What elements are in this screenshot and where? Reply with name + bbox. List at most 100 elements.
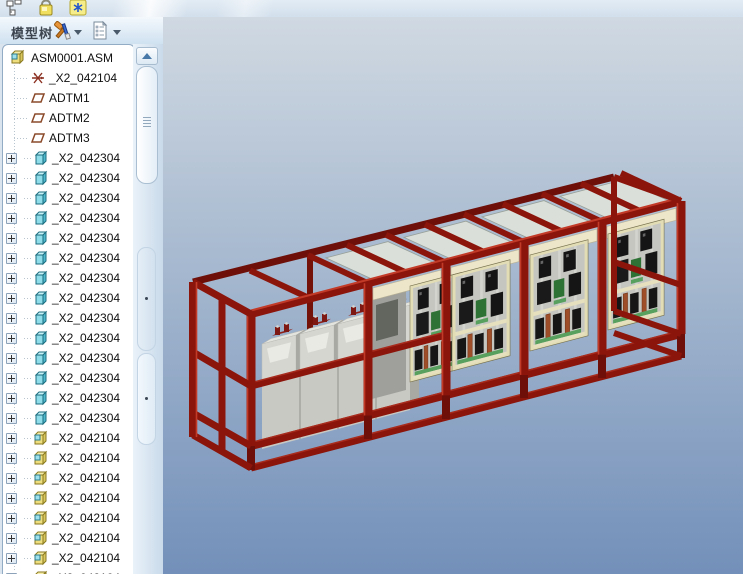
part-icon: [34, 150, 48, 166]
expand-icon[interactable]: [6, 172, 17, 184]
tree-item-label: _X2_042304: [52, 171, 121, 185]
tree-item[interactable]: _X2_042304: [3, 388, 134, 408]
datum-plane-icon: [30, 93, 46, 103]
datum-plane-icon: [30, 130, 46, 146]
list-dropdown-icon[interactable]: [113, 30, 121, 35]
tree-item[interactable]: _X2_042104: [3, 448, 134, 468]
expand-icon[interactable]: [6, 532, 17, 544]
tree-item[interactable]: _X2_042104: [3, 568, 134, 574]
part-icon: [33, 370, 49, 386]
tree-filter-dropdown-icon[interactable]: [74, 30, 82, 35]
expand-icon[interactable]: [6, 232, 17, 244]
sash-handle-lower[interactable]: [137, 353, 156, 445]
graphics-viewport[interactable]: [163, 17, 743, 574]
expand-icon[interactable]: [6, 392, 17, 404]
assembly-icon: [33, 490, 49, 506]
tree-item[interactable]: _X2_042304: [3, 268, 134, 288]
expand-icon[interactable]: [6, 192, 17, 204]
tree-item-label: ADTM2: [49, 111, 90, 125]
assembly-icon: [33, 430, 49, 446]
tree-item[interactable]: ADTM3: [3, 128, 134, 148]
expand-icon[interactable]: [6, 432, 17, 444]
expand-icon[interactable]: [6, 272, 17, 284]
tree-item[interactable]: _X2_042304: [3, 408, 134, 428]
tree-item[interactable]: _X2_042304: [3, 148, 134, 168]
tree-item-label: _X2_042104: [49, 71, 118, 85]
tree-item[interactable]: _X2_042304: [3, 188, 134, 208]
expand-icon[interactable]: [6, 352, 17, 364]
assembly-icon: [33, 510, 48, 526]
settings-list-icon[interactable]: [90, 20, 110, 41]
tree-item[interactable]: _X2_042104: [3, 528, 134, 548]
tree-item[interactable]: _X2_042304: [3, 368, 134, 388]
tree-item-label: _X2_042304: [52, 151, 121, 165]
tree-item[interactable]: _X2_042304: [3, 328, 134, 348]
tree-item[interactable]: ASM0001.ASM: [3, 48, 134, 68]
tree-item[interactable]: _X2_042304: [3, 228, 134, 248]
tree-item[interactable]: _X2_042104: [3, 488, 134, 508]
tree-item[interactable]: _X2_042304: [3, 308, 134, 328]
expand-icon[interactable]: [6, 152, 17, 164]
tree-item[interactable]: _X2_042304: [3, 168, 134, 188]
tree-item[interactable]: _X2_042104: [3, 548, 134, 568]
tree-item-label: _X2_042104: [52, 551, 121, 565]
hierarchy-icon[interactable]: [5, 0, 25, 16]
tree-item[interactable]: _X2_042304: [3, 288, 134, 308]
scrollbar-thumb[interactable]: [136, 66, 158, 184]
tree-item-label: ASM0001.ASM: [31, 51, 114, 65]
expand-icon[interactable]: [6, 412, 17, 424]
model-tree-title: 模型树: [11, 26, 54, 41]
tree-item[interactable]: ADTM2: [3, 108, 134, 128]
assembly-icon: [33, 530, 49, 546]
expand-icon[interactable]: [6, 372, 17, 384]
tree-item-label: _X2_042304: [52, 331, 121, 345]
part-icon: [33, 270, 49, 286]
tree-item[interactable]: _X2_042104: [3, 428, 134, 448]
expand-icon[interactable]: [6, 552, 17, 564]
expand-icon[interactable]: [6, 472, 17, 484]
sash-handle-upper[interactable]: [137, 247, 156, 351]
part-icon: [34, 370, 48, 386]
tree-item[interactable]: _X2_042104: [3, 468, 134, 488]
tree-item[interactable]: ADTM1: [3, 88, 134, 108]
part-icon: [34, 170, 48, 186]
assembly-icon: [33, 470, 48, 486]
tree-item-label: _X2_042304: [52, 251, 121, 265]
model-tree-header: 模型树: [0, 17, 163, 44]
assembly-icon: [33, 450, 49, 466]
tree-item[interactable]: _X2_042304: [3, 248, 134, 268]
part-icon: [33, 250, 49, 266]
expand-icon[interactable]: [6, 512, 17, 524]
tools-icon[interactable]: [52, 21, 72, 41]
scrollbar-up-button[interactable]: [136, 47, 158, 65]
part-icon: [33, 210, 49, 226]
tree-item-label: ADTM1: [49, 91, 90, 105]
tree-item-label: _X2_042304: [52, 231, 121, 245]
assembly-icon: [33, 470, 49, 486]
part-icon: [33, 150, 49, 166]
part-icon: [34, 390, 48, 406]
part-icon: [33, 290, 49, 306]
asterisk-icon[interactable]: [68, 0, 88, 16]
expand-icon[interactable]: [6, 212, 17, 224]
expand-icon[interactable]: [6, 292, 17, 304]
expand-icon[interactable]: [6, 252, 17, 264]
tree-item-label: _X2_042304: [52, 351, 121, 365]
part-icon: [33, 330, 49, 346]
tree-item-label: _X2_042304: [52, 311, 121, 325]
tree-item[interactable]: _X2_042104: [3, 508, 134, 528]
coordinate-system-icon: [30, 70, 46, 86]
tree-item[interactable]: _X2_042304: [3, 208, 134, 228]
expand-icon[interactable]: [6, 452, 17, 464]
tree-item[interactable]: _X2_042104: [3, 68, 134, 88]
tree-item[interactable]: _X2_042304: [3, 348, 134, 368]
tree-item-label: _X2_042304: [52, 391, 121, 405]
lock-icon[interactable]: [36, 0, 56, 16]
splitter-strip: [133, 44, 163, 574]
expand-icon[interactable]: [6, 492, 17, 504]
model-tree-panel: ASM0001.ASM _X2_042104 ADTM1 ADTM2 ADTM3…: [2, 44, 135, 574]
assembly-icon: [33, 570, 49, 574]
expand-icon[interactable]: [6, 312, 17, 324]
model-tree-list: ASM0001.ASM _X2_042104 ADTM1 ADTM2 ADTM3…: [3, 48, 134, 574]
expand-icon[interactable]: [6, 332, 17, 344]
